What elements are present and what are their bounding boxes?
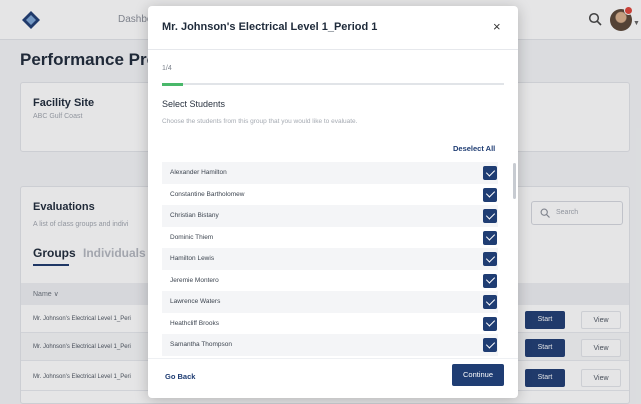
student-name: Jeremie Montero [170,276,219,284]
checkbox-checked-icon[interactable] [483,295,497,309]
go-back-button[interactable]: Go Back [165,372,195,381]
checkbox-checked-icon[interactable] [483,166,497,180]
student-row[interactable]: Heathcliff Brooks [162,313,498,335]
student-name: Alexander Hamilton [170,169,227,176]
student-row[interactable]: Lawrence Waters [162,291,498,313]
select-students-modal: Mr. Johnson's Electrical Level 1_Period … [148,6,518,398]
checkbox-checked-icon[interactable] [483,230,497,245]
deselect-all-button[interactable]: Deselect All [453,144,495,153]
student-row[interactable]: Samantha Thompson [162,334,498,356]
checkbox-checked-icon[interactable] [483,273,497,288]
student-row[interactable]: Hamilton Lewis [162,248,498,270]
student-name: Hamilton Lewis [170,255,215,262]
checkbox-checked-icon[interactable] [483,316,497,331]
student-row[interactable]: Constantine Bartholomew [162,184,498,206]
checkbox-checked-icon[interactable] [483,209,497,223]
student-name: Heathcliff Brooks [170,319,220,327]
footer-divider [148,358,518,359]
student-name: Dominic Thiem [170,233,214,241]
student-list-scrollbar[interactable] [513,163,516,199]
student-name: Christian Bistany [170,212,219,219]
continue-button[interactable]: Continue [452,364,504,386]
student-row[interactable]: Alexander Hamilton [162,162,498,184]
modal-divider [148,49,518,50]
section-title: Select Students [162,99,226,109]
student-name: Samantha Thompson [170,341,233,348]
modal-title: Mr. Johnson's Electrical Level 1_Period … [162,21,378,33]
step-indicator: 1/4 [162,65,172,72]
student-name: Constantine Bartholomew [170,190,245,198]
checkbox-checked-icon[interactable] [483,252,497,266]
checkbox-checked-icon[interactable] [483,338,497,352]
progress-bar [162,82,504,86]
student-row[interactable]: Christian Bistany [162,205,498,227]
close-icon[interactable]: × [493,19,501,34]
student-list: Alexander Hamilton Constantine Bartholom… [162,158,512,356]
student-name: Lawrence Waters [170,298,221,305]
checkbox-checked-icon[interactable] [483,187,497,202]
student-row[interactable]: Jeremie Montero [162,270,498,292]
student-row[interactable]: Dominic Thiem [162,227,498,249]
progress-fill [162,82,184,86]
section-description: Choose the students from this group that… [162,118,358,125]
